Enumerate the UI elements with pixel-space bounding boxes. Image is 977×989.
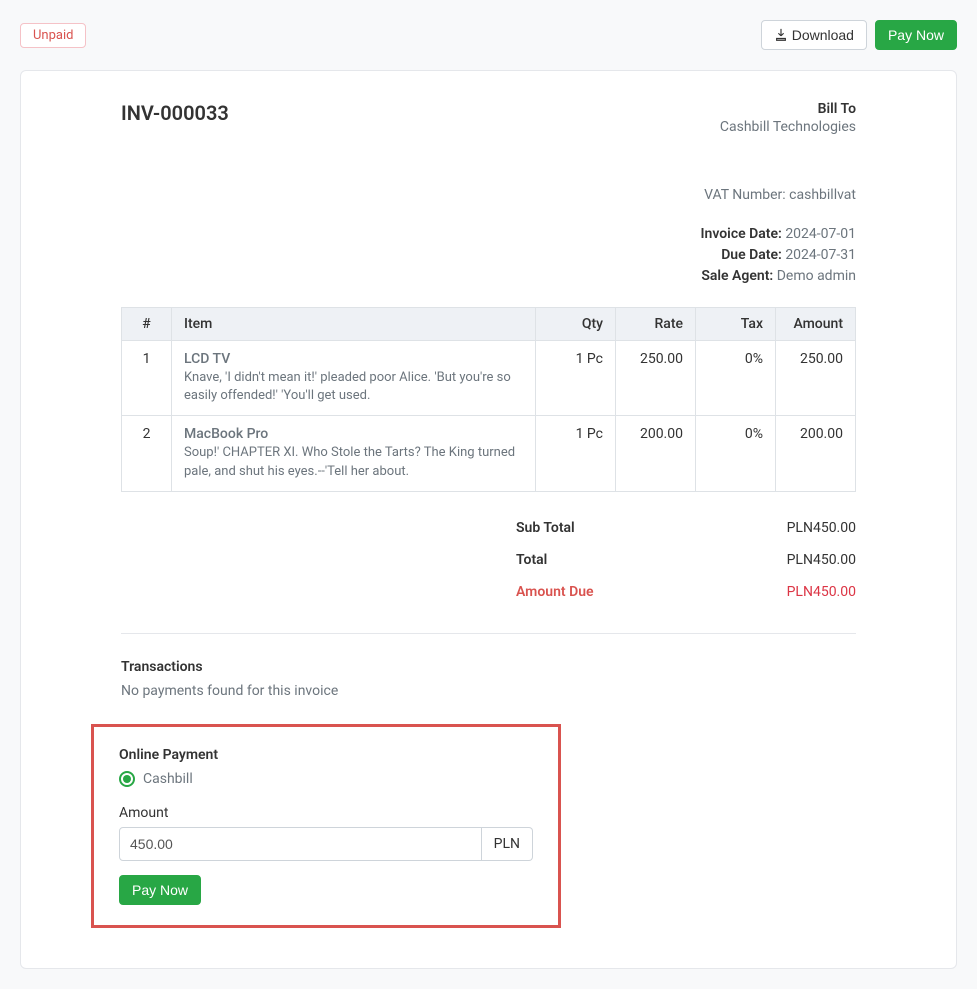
row-num: 2 [122,416,172,491]
sale-agent-label: Sale Agent: [701,268,773,284]
subtotal-label: Sub Total [516,520,575,536]
row-qty: 1 Pc [536,416,616,491]
th-num: # [122,308,172,341]
due-date-label: Due Date: [721,247,782,263]
pay-now-form-button[interactable]: Pay Now [119,875,201,905]
item-desc: Knave, 'I didn't mean it!' pleaded poor … [184,369,523,405]
item-desc: Soup!' CHAPTER XI. Who Stole the Tarts? … [184,444,523,480]
invoice-date-label: Invoice Date: [701,226,782,242]
th-rate: Rate [616,308,696,341]
amount-due-value: PLN450.00 [787,584,856,600]
radio-icon [119,771,135,787]
row-qty: 1 Pc [536,341,616,416]
download-label: Download [792,27,854,43]
th-item: Item [172,308,536,341]
row-tax: 0% [696,341,776,416]
row-rate: 250.00 [616,341,696,416]
row-amount: 250.00 [776,341,856,416]
sale-agent-value: Demo admin [777,268,856,284]
download-icon [774,28,788,42]
bill-to-label: Bill To [720,101,856,117]
th-amount: Amount [776,308,856,341]
status-badge: Unpaid [20,23,86,48]
due-date-row: Due Date: 2024-07-31 [121,245,856,266]
amount-input[interactable] [119,827,482,861]
currency-addon: PLN [482,827,533,861]
radio-label: Cashbill [143,771,193,787]
items-table: # Item Qty Rate Tax Amount 1 LCD TV Knav… [121,307,856,492]
invoice-date-value: 2024-07-01 [785,226,856,242]
transactions-empty: No payments found for this invoice [121,683,856,699]
totals-block: Sub Total PLN450.00 Total PLN450.00 Amou… [516,512,856,608]
table-row: 1 LCD TV Knave, 'I didn't mean it!' plea… [122,341,856,416]
item-name: MacBook Pro [184,426,523,442]
invoice-date-row: Invoice Date: 2024-07-01 [121,224,856,245]
sale-agent-row: Sale Agent: Demo admin [121,266,856,287]
row-num: 1 [122,341,172,416]
due-date-value: 2024-07-31 [785,247,856,263]
download-button[interactable]: Download [761,20,867,50]
bill-to-name: Cashbill Technologies [720,119,856,135]
pay-now-button[interactable]: Pay Now [875,20,957,50]
invoice-number: INV-000033 [121,101,229,125]
top-actions: Download Pay Now [761,20,957,50]
online-payment-box: Online Payment Cashbill Amount PLN Pay N… [91,724,561,928]
row-rate: 200.00 [616,416,696,491]
bill-to-block: Bill To Cashbill Technologies [720,101,856,135]
total-value: PLN450.00 [787,552,856,568]
subtotal-value: PLN450.00 [787,520,856,536]
row-tax: 0% [696,416,776,491]
total-label: Total [516,552,547,568]
amount-label: Amount [119,805,533,821]
transactions-section: Transactions No payments found for this … [121,659,856,699]
payment-option-cashbill[interactable]: Cashbill [119,771,533,787]
row-amount: 200.00 [776,416,856,491]
th-qty: Qty [536,308,616,341]
online-payment-title: Online Payment [119,747,533,763]
amount-due-label: Amount Due [516,584,594,600]
transactions-title: Transactions [121,659,856,675]
table-row: 2 MacBook Pro Soup!' CHAPTER XI. Who Sto… [122,416,856,491]
invoice-card: INV-000033 Bill To Cashbill Technologies… [20,70,957,969]
item-name: LCD TV [184,351,523,367]
th-tax: Tax [696,308,776,341]
vat-number: VAT Number: cashbillvat [121,185,856,206]
